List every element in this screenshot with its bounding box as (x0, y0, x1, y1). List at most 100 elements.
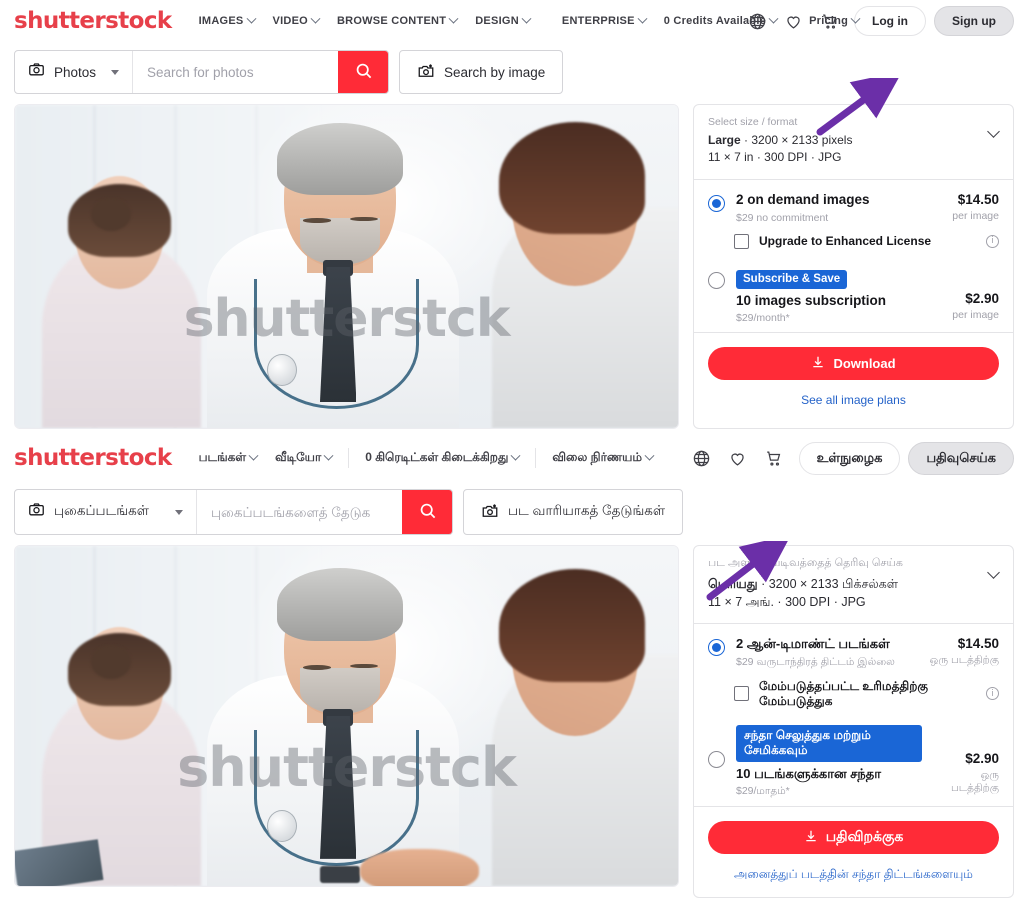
header-actions-ta: உள்நுழைக பதிவுசெய்க (685, 441, 1014, 475)
signup-button[interactable]: Sign up (934, 6, 1014, 36)
size-format-label: பட அளவு / வடிவத்தைத் தெரிவு செய்க (708, 557, 903, 569)
nav-label: வீடியோ (275, 450, 322, 464)
size-dimensions: 3200 × 2133 pixels (751, 133, 853, 147)
purchase-panel-ta: பட அளவு / வடிவத்தைத் தெரிவு செய்க பெரியத… (693, 545, 1014, 898)
size-format-selector-ta[interactable]: பட அளவு / வடிவத்தைத் தெரிவு செய்க பெரியத… (694, 546, 1013, 625)
login-button-ta[interactable]: உள்நுழைக (798, 441, 901, 475)
heart-icon[interactable] (721, 441, 755, 475)
download-label: பதிவிறக்குக (825, 827, 904, 844)
search-category-select[interactable]: Photos (15, 51, 133, 93)
search-bar-en: Photos (14, 50, 389, 94)
nav-label: IMAGES (198, 15, 244, 27)
watermark-text: shutterstck (183, 289, 511, 350)
nav-divider (535, 448, 537, 468)
nav-label: VIDEO (272, 15, 308, 27)
nav-label: படங்கள் (198, 450, 247, 464)
globe-icon[interactable] (685, 441, 719, 475)
site-header-en: shutterstock IMAGES VIDEO BROWSE CONTENT… (0, 0, 1028, 42)
info-icon[interactable]: i (986, 687, 999, 700)
nav-item-images-ta[interactable]: படங்கள் (190, 444, 267, 472)
option-title: 10 images subscription (736, 292, 887, 308)
enhanced-license-label: மேம்படுத்தப்பட்ட உரிமத்திற்கு மேம்படுத்த… (759, 678, 928, 708)
license-option-subscription[interactable]: Subscribe & Save 10 images subscription … (708, 269, 999, 324)
main-nav-ta: படங்கள் வீடியோ 0 கிரெடிட்கள் கிடைக்கிறது… (190, 444, 685, 472)
subscribe-save-badge: Subscribe & Save (736, 269, 848, 289)
chevron-down-icon (637, 13, 648, 24)
radio-subscription[interactable] (708, 750, 725, 768)
content-row-en: shutterstck Select size / format Large ·… (0, 104, 1028, 429)
enhanced-license-row-en[interactable]: Upgrade to Enhanced License i (734, 233, 999, 249)
search-by-image-label: Search by image (444, 64, 546, 80)
shutterstock-logo-en[interactable]: shutterstock (14, 9, 172, 33)
enhanced-license-checkbox[interactable] (734, 233, 749, 249)
nav-item-pricing-ta[interactable]: விலை நிர்ணயம் (543, 444, 662, 472)
radio-on-demand[interactable] (708, 194, 725, 212)
cart-icon[interactable] (812, 4, 846, 38)
photo-scene (15, 546, 678, 886)
search-input[interactable] (133, 51, 338, 93)
search-by-image-button-ta[interactable]: பட வாரியாகத் தேடுங்கள் (463, 489, 684, 535)
nav-item-design[interactable]: DESIGN (466, 9, 539, 33)
nav-item-images[interactable]: IMAGES (190, 9, 264, 33)
download-button-ta[interactable]: பதிவிறக்குக (708, 820, 999, 854)
watermark-text: shutterstck (177, 736, 517, 800)
cart-icon[interactable] (757, 441, 791, 475)
download-area-en: Download See all image plans (694, 333, 1013, 423)
camera-icon (28, 501, 45, 523)
login-button[interactable]: Log in (854, 6, 926, 36)
info-icon[interactable]: i (986, 234, 999, 248)
signup-button-ta[interactable]: பதிவுசெய்க (908, 441, 1014, 475)
asset-preview-image-ta[interactable]: shutterstck (14, 545, 679, 887)
search-category-label: புகைப்படங்கள் (54, 503, 149, 518)
chevron-down-icon (448, 13, 459, 24)
license-option-on-demand[interactable]: 2 on demand images $29 no commitment $14… (708, 192, 999, 224)
heart-icon[interactable] (776, 4, 810, 38)
search-by-image-label: பட வாரியாகத் தேடுங்கள் (508, 503, 666, 518)
shutterstock-logo-ta[interactable]: shutterstock (14, 446, 172, 470)
download-label: Download (833, 356, 896, 372)
radio-on-demand[interactable] (708, 639, 725, 657)
license-option-subscription-ta[interactable]: சந்தா செலுத்துக மற்றும் சேமிக்கவும் 10 ப… (708, 724, 999, 798)
search-category-label: Photos (54, 64, 97, 80)
asset-preview-image-en[interactable]: shutterstck (14, 104, 679, 429)
globe-icon[interactable] (740, 4, 774, 38)
option-title: 2 on demand images (736, 191, 870, 207)
option-title: 10 படங்களுக்கான சந்தா (736, 765, 882, 781)
chevron-down-icon (246, 13, 256, 24)
download-area-ta: பதிவிறக்குக அனைத்துப் படத்தின் சந்தா திட… (694, 807, 1013, 897)
nav-item-video-ta[interactable]: வீடியோ (266, 444, 341, 472)
search-by-image-button-en[interactable]: Search by image (399, 50, 564, 94)
english-section: shutterstock IMAGES VIDEO BROWSE CONTENT… (0, 0, 1028, 429)
license-options-ta: 2 ஆன்-டிமாண்ட் படங்கள் $29 வருடாந்திரத் … (694, 624, 1013, 807)
nav-item-credits-ta[interactable]: 0 கிரெடிட்கள் கிடைக்கிறது (356, 444, 528, 472)
option-subtitle: $29 வருடாந்திரத் திட்டம் இல்லை (736, 655, 895, 668)
camera-plus-icon (481, 502, 499, 523)
search-submit-button[interactable] (338, 51, 388, 93)
nav-item-video[interactable]: VIDEO (264, 9, 328, 33)
photo-scene (15, 105, 678, 428)
subscribe-save-badge: சந்தா செலுத்துக மற்றும் சேமிக்கவும் (736, 724, 922, 762)
see-all-image-plans-link-ta[interactable]: அனைத்துப் படத்தின் சந்தா திட்டங்களையும் (708, 865, 999, 883)
chevron-down-icon (521, 13, 532, 24)
enhanced-license-checkbox[interactable] (734, 686, 749, 701)
chevron-down-icon (644, 450, 655, 461)
search-input-ta[interactable] (197, 490, 402, 534)
search-submit-button-ta[interactable] (402, 490, 452, 534)
see-all-image-plans-link[interactable]: See all image plans (708, 391, 999, 409)
size-detail: 11 × 7 in · 300 DPI · JPG (708, 150, 842, 165)
header-actions-en: Log in Sign up (740, 4, 1014, 38)
size-format-selector-en[interactable]: Select size / format Large · 3200 × 2133… (694, 105, 1013, 180)
enhanced-license-row-ta[interactable]: மேம்படுத்தப்பட்ட உரிமத்திற்கு மேம்படுத்த… (734, 679, 999, 709)
radio-subscription[interactable] (708, 271, 725, 289)
nav-item-enterprise[interactable]: ENTERPRISE (553, 9, 655, 33)
size-detail: 11 × 7 அங். · 300 DPI · JPG (708, 595, 866, 610)
search-category-select-ta[interactable]: புகைப்படங்கள் (15, 490, 197, 534)
download-button[interactable]: Download (708, 347, 999, 381)
size-separator: · (761, 577, 769, 591)
size-name: Large (708, 133, 741, 147)
option-price-unit: per image (952, 209, 999, 222)
nav-label: 0 கிரெடிட்கள் கிடைக்கிறது (365, 450, 509, 464)
main-nav-en: IMAGES VIDEO BROWSE CONTENT DESIGN ENTER… (190, 9, 861, 33)
license-option-on-demand-ta[interactable]: 2 ஆன்-டிமாண்ட் படங்கள் $29 வருடாந்திரத் … (708, 636, 999, 668)
nav-item-browse-content[interactable]: BROWSE CONTENT (328, 9, 466, 33)
